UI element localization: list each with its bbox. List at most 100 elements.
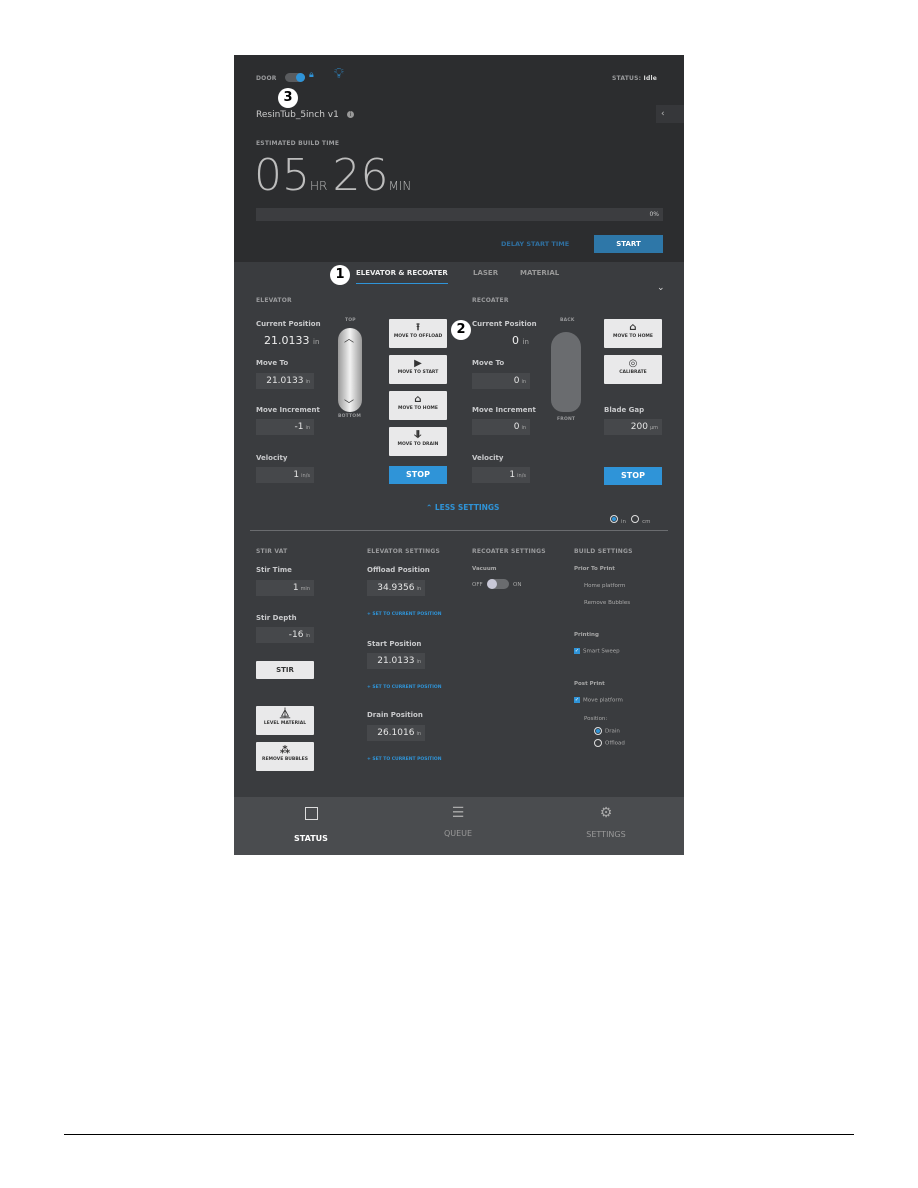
progress-bar: 0% — [256, 208, 663, 221]
recoater-increment-label: Move Increment — [472, 406, 536, 414]
calibrate-button[interactable]: ◎ CALIBRATE — [604, 355, 662, 384]
offload-icon: ⭱ — [416, 322, 420, 333]
radio-cm[interactable] — [631, 514, 640, 523]
stir-button[interactable]: STIR — [256, 661, 314, 679]
offload-label: Offload Position — [367, 566, 430, 574]
elevator-move-to-input[interactable]: 21.0133 in — [256, 373, 314, 389]
est-build-label: ESTIMATED BUILD TIME — [256, 140, 340, 147]
door-label: DOOR — [256, 75, 277, 82]
tab-elevator-recoater[interactable]: ELEVATOR & RECOATER — [356, 269, 448, 284]
vacuum-toggle[interactable] — [487, 579, 509, 589]
recoater-move-to-label: Move To — [472, 359, 505, 367]
bottom-nav: STATUS ☰ QUEUE ⚙ SETTINGS — [234, 797, 684, 855]
delay-start-button[interactable]: DELAY START TIME — [501, 240, 569, 248]
light-bulb-icon[interactable]: 💡︎ — [334, 66, 344, 82]
bubbles-icon: ⁂ — [279, 745, 291, 756]
callout-1: 1 — [330, 265, 350, 285]
elevator-jog-slider[interactable]: ︿ ﹀ — [338, 328, 362, 412]
tab-laser[interactable]: LASER — [473, 269, 498, 277]
drain-icon: ⥥ — [414, 430, 422, 441]
front-label: FRONT — [557, 417, 576, 422]
recoater-current-position: 0 in — [512, 334, 529, 347]
stir-depth-label: Stir Depth — [256, 614, 297, 622]
move-platform-checkbox[interactable]: ✓ Move platform — [574, 697, 623, 704]
elevator-settings-title: ELEVATOR SETTINGS — [367, 548, 440, 555]
remove-bubbles-checkbox[interactable]: Remove Bubbles — [584, 600, 630, 606]
status-label: STATUS: Idle — [612, 75, 657, 82]
drain-position-input[interactable]: 26.1016 in — [367, 725, 425, 741]
recoater-velocity-label: Velocity — [472, 454, 504, 462]
velocity-label: Velocity — [256, 454, 288, 462]
level-icon: ⏅ — [280, 709, 290, 720]
blade-gap-label: Blade Gap — [604, 406, 645, 414]
chevron-down-icon[interactable]: ⌄ — [657, 283, 665, 293]
home-platform-checkbox[interactable]: Home platform — [584, 583, 625, 589]
page-rule — [64, 1134, 854, 1135]
chevron-up-icon[interactable]: ︿ — [344, 330, 354, 345]
collapse-chevron-icon[interactable]: ‹ — [656, 105, 684, 123]
recoater-velocity-input[interactable]: 1 in/s — [472, 467, 530, 483]
bottom-label: BOTTOM — [338, 414, 362, 419]
recoater-move-to-input[interactable]: 0 in — [472, 373, 530, 389]
current-position-label: Current Position — [256, 320, 321, 328]
recoater-settings-title: RECOATER SETTINGS — [472, 548, 546, 555]
elevator-stop-button[interactable]: STOP — [389, 466, 447, 484]
start-position-label: Start Position — [367, 640, 422, 648]
info-icon[interactable]: i — [347, 111, 354, 118]
home-icon: ⌂ — [629, 322, 637, 333]
smart-sweep-checkbox[interactable]: ✓ Smart Sweep — [574, 648, 620, 655]
list-icon: ☰ — [451, 805, 465, 821]
build-settings-title: BUILD SETTINGS — [574, 548, 633, 555]
nav-queue[interactable]: ☰ QUEUE — [421, 805, 495, 840]
recoater-increment-input[interactable]: 0 in — [472, 419, 530, 435]
offload-position-input[interactable]: 34.9356 in — [367, 580, 425, 596]
move-to-start-button[interactable]: ▶ MOVE TO START — [389, 355, 447, 384]
set-drain-current-link[interactable]: + SET TO CURRENT POSITION — [367, 757, 442, 762]
status-icon — [304, 807, 318, 820]
recoater-jog-slider[interactable] — [551, 332, 581, 412]
unit-toggle[interactable]: in cm — [610, 508, 651, 527]
remove-bubbles-button[interactable]: ⁂ REMOVE BUBBLES — [256, 742, 314, 771]
nav-settings[interactable]: ⚙ SETTINGS — [569, 805, 643, 841]
elevator-velocity-input[interactable]: 1 in/s — [256, 467, 314, 483]
move-to-home-button[interactable]: ⌂ MOVE TO HOME — [389, 391, 447, 420]
level-material-button[interactable]: ⏅ LEVEL MATERIAL — [256, 706, 314, 735]
build-time: 05HR 26MIN — [254, 150, 412, 201]
start-position-input[interactable]: 21.0133 in — [367, 653, 425, 669]
radio-in[interactable] — [610, 514, 618, 523]
position-label: Position: — [584, 716, 608, 722]
back-label: BACK — [560, 318, 575, 323]
set-start-current-link[interactable]: + SET TO CURRENT POSITION — [367, 685, 442, 690]
printing-label: Printing — [574, 632, 599, 638]
move-to-drain-button[interactable]: ⥥ MOVE TO DRAIN — [389, 427, 447, 456]
recoater-stop-button[interactable]: STOP — [604, 467, 662, 485]
less-settings-button[interactable]: ⌃ LESS SETTINGS — [426, 503, 499, 512]
move-to-offload-button[interactable]: ⭱ MOVE TO OFFLOAD — [389, 319, 447, 348]
offload-radio[interactable]: Offload — [594, 739, 625, 747]
header: DOOR 🔒︎ 💡︎ STATUS: Idle 3 ResinTub_5inch… — [234, 55, 684, 262]
recoater-move-to-home-button[interactable]: ⌂ MOVE TO HOME — [604, 319, 662, 348]
tab-material[interactable]: MATERIAL — [520, 269, 559, 277]
callout-2: 2 — [451, 320, 471, 340]
vacuum-label: Vacuum — [472, 566, 497, 572]
printer-panel: DOOR 🔒︎ 💡︎ STATUS: Idle 3 ResinTub_5inch… — [234, 55, 684, 855]
set-offload-current-link[interactable]: + SET TO CURRENT POSITION — [367, 612, 442, 617]
play-icon: ▶ — [414, 358, 422, 369]
elevator-increment-input[interactable]: -1 in — [256, 419, 314, 435]
lock-icon: 🔒︎ — [309, 70, 314, 80]
file-name: ResinTub_5inch v1 — [256, 110, 339, 120]
start-button[interactable]: START — [594, 235, 663, 253]
top-label: TOP — [345, 318, 356, 323]
target-icon: ◎ — [628, 358, 638, 369]
stir-depth-input[interactable]: -16 in — [256, 627, 314, 643]
callout-3: 3 — [278, 88, 298, 108]
door-toggle[interactable] — [285, 73, 305, 82]
chevron-down-icon[interactable]: ﹀ — [344, 396, 354, 411]
stir-time-input[interactable]: 1 min — [256, 580, 314, 596]
move-increment-label: Move Increment — [256, 406, 320, 414]
nav-status[interactable]: STATUS — [274, 807, 348, 845]
move-to-label: Move To — [256, 359, 289, 367]
blade-gap-input[interactable]: 200 µm — [604, 419, 662, 435]
drain-radio[interactable]: Drain — [594, 727, 620, 735]
drain-position-label: Drain Position — [367, 711, 423, 719]
